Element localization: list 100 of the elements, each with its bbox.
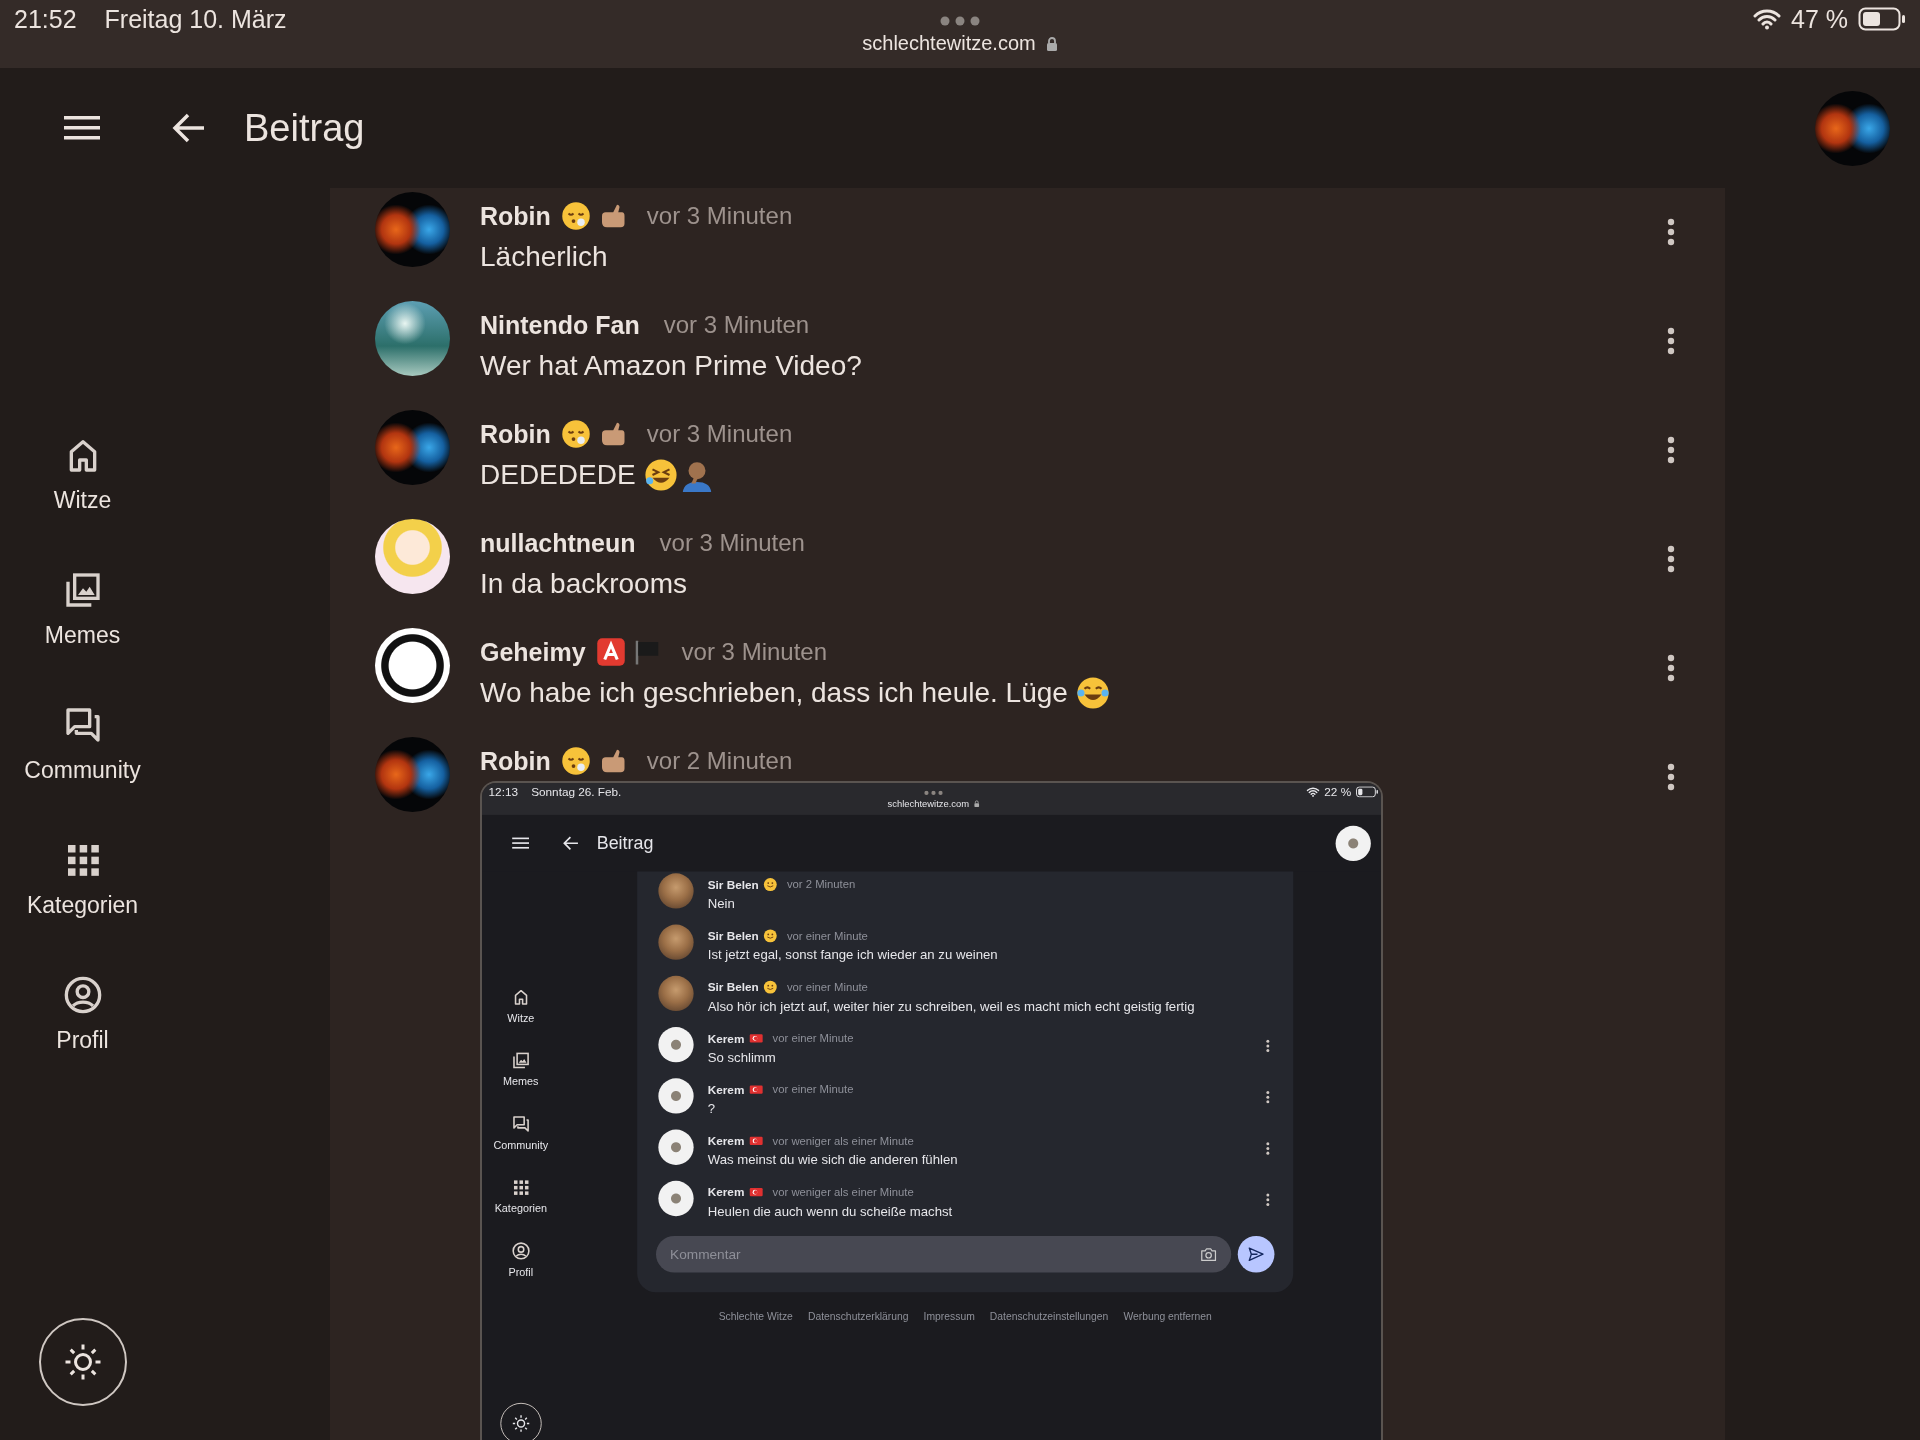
avatar (658, 1027, 694, 1063)
timestamp: vor einer Minute (772, 1083, 854, 1097)
more-options-icon[interactable] (1667, 327, 1675, 355)
comment-text: Wer hat Amazon Prime Video? (480, 350, 862, 382)
timestamp: vor weniger als einer Minute (772, 1185, 914, 1199)
exhaling-face-icon (560, 746, 591, 776)
more-options-icon[interactable] (1667, 218, 1675, 246)
account-icon (62, 975, 103, 1015)
more-options-icon[interactable] (1667, 763, 1675, 791)
lock-icon (1045, 35, 1058, 52)
footer-link[interactable]: Datenschutzerklärung (807, 1310, 909, 1323)
battery-icon (1858, 7, 1906, 31)
author-name[interactable]: Nintendo Fan (480, 310, 640, 340)
timestamp: vor 2 Minuten (786, 878, 856, 892)
battery-percentage: 22 % (1324, 785, 1352, 799)
smiley-icon (763, 928, 778, 943)
more-options-icon[interactable] (1266, 1141, 1270, 1155)
timestamp: vor 3 Minuten (646, 202, 793, 230)
date-text: Sonntag 26. Feb. (531, 785, 622, 799)
avatar (658, 924, 694, 960)
comment-text: Ist jetzt egal, sonst fange ich wieder an zu weinen (707, 947, 998, 963)
theme-toggle-button[interactable] (38, 1318, 127, 1406)
battery-percentage: 47 % (1791, 4, 1848, 34)
profile-avatar[interactable] (1335, 825, 1371, 861)
nav-item[interactable]: Witze (53, 435, 112, 514)
battery-icon (1355, 786, 1379, 798)
clock-time: 21:52 (14, 4, 77, 34)
nav-item[interactable]: Memes (44, 570, 121, 649)
comment-field[interactable]: Kommentar (656, 1235, 1232, 1273)
timestamp: vor einer Minute (772, 1031, 854, 1045)
footer-link[interactable]: Datenschutzeinstellungen (989, 1310, 1109, 1323)
timestamp: vor 3 Minuten (659, 529, 805, 557)
timestamp: vor 3 Minuten (646, 420, 793, 448)
comment-text: Was meinst du wie sich die anderen fühlen (707, 1152, 958, 1168)
menu-icon[interactable] (512, 837, 530, 850)
comment-text: So schlimm (707, 1050, 776, 1066)
avatar (658, 1078, 694, 1114)
timestamp: vor 2 Minuten (646, 747, 793, 775)
more-options-icon[interactable] (1266, 1090, 1270, 1104)
author-name[interactable]: Robin (480, 201, 551, 231)
author-name[interactable]: nullachtneun (480, 528, 636, 558)
author-name[interactable]: Kerem (707, 1185, 745, 1199)
author-name[interactable]: Sir Belen (707, 929, 759, 943)
footer-link[interactable]: Impressum (923, 1310, 975, 1323)
avatar (658, 975, 694, 1012)
comment-text: DEDEDEDE (480, 459, 636, 491)
date-text: Freitag 10. März (104, 4, 287, 34)
menu-icon[interactable] (64, 115, 100, 141)
send-button[interactable] (1237, 1235, 1275, 1273)
author-name[interactable]: Sir Belen (707, 877, 759, 892)
timestamp: vor weniger als einer Minute (772, 1134, 914, 1148)
comment-text: Heulen die auch wenn du scheiße machst (707, 1203, 953, 1219)
screenshot-attachment[interactable] (480, 781, 1383, 1440)
exhaling-face-icon (560, 201, 591, 231)
url-text[interactable]: schlechtewitze.com (862, 32, 1036, 55)
back-arrow-icon[interactable] (562, 835, 579, 851)
author-name[interactable]: Geheimy (480, 637, 586, 667)
comment-text: ? (707, 1101, 716, 1117)
timestamp: vor einer Minute (786, 980, 868, 994)
square-emoji-icon (595, 637, 626, 667)
smiley-icon (763, 877, 778, 892)
laughing-face-icon (1075, 676, 1110, 710)
more-options-icon[interactable] (1667, 545, 1675, 573)
author-name[interactable]: Kerem (707, 1082, 745, 1097)
more-dots-icon[interactable] (940, 16, 980, 26)
nav-item[interactable]: Community (24, 705, 141, 784)
nav-item[interactable]: Community (493, 1114, 549, 1152)
timestamp: vor 3 Minuten (681, 638, 827, 666)
more-options-icon[interactable] (1266, 1193, 1270, 1207)
comment-text: Lächerlich (480, 241, 608, 273)
author-name[interactable]: Kerem (707, 1134, 745, 1148)
author-name[interactable]: Robin (480, 419, 551, 449)
author-name[interactable]: Kerem (707, 1031, 745, 1046)
nav-item[interactable]: Witze (507, 987, 535, 1025)
nav-item[interactable]: Kategorien (26, 840, 139, 919)
more-dots-icon[interactable] (924, 790, 943, 796)
clock-time: 12:13 (488, 785, 518, 799)
back-arrow-icon[interactable] (172, 112, 206, 144)
avatar (658, 873, 694, 909)
author-name[interactable]: Sir Belen (707, 980, 759, 994)
timestamp: vor einer Minute (786, 929, 868, 943)
nav-item[interactable]: Kategorien (494, 1178, 547, 1216)
page-title: Beitrag (244, 106, 366, 150)
nav-item[interactable]: Memes (503, 1051, 539, 1089)
url-text[interactable]: schlechtewitze.com (887, 798, 970, 809)
wifi-icon (1753, 8, 1781, 30)
nav-item[interactable]: Profil (508, 1241, 534, 1279)
author-name[interactable]: Robin (480, 746, 551, 776)
photos-icon (511, 1051, 531, 1070)
more-options-icon[interactable] (1266, 1039, 1270, 1053)
footer-link[interactable]: Werbung entfernen (1123, 1310, 1212, 1323)
timestamp: vor 3 Minuten (663, 311, 810, 339)
footer-link[interactable]: Schlechte Witze (718, 1310, 793, 1323)
exhaling-face-icon (560, 419, 591, 449)
more-options-icon[interactable] (1667, 436, 1675, 464)
nav-item[interactable]: Profil (56, 975, 109, 1054)
wifi-icon (1306, 786, 1320, 798)
more-options-icon[interactable] (1667, 654, 1675, 682)
avatar (658, 1129, 694, 1165)
comment-text: Nein (707, 896, 735, 912)
